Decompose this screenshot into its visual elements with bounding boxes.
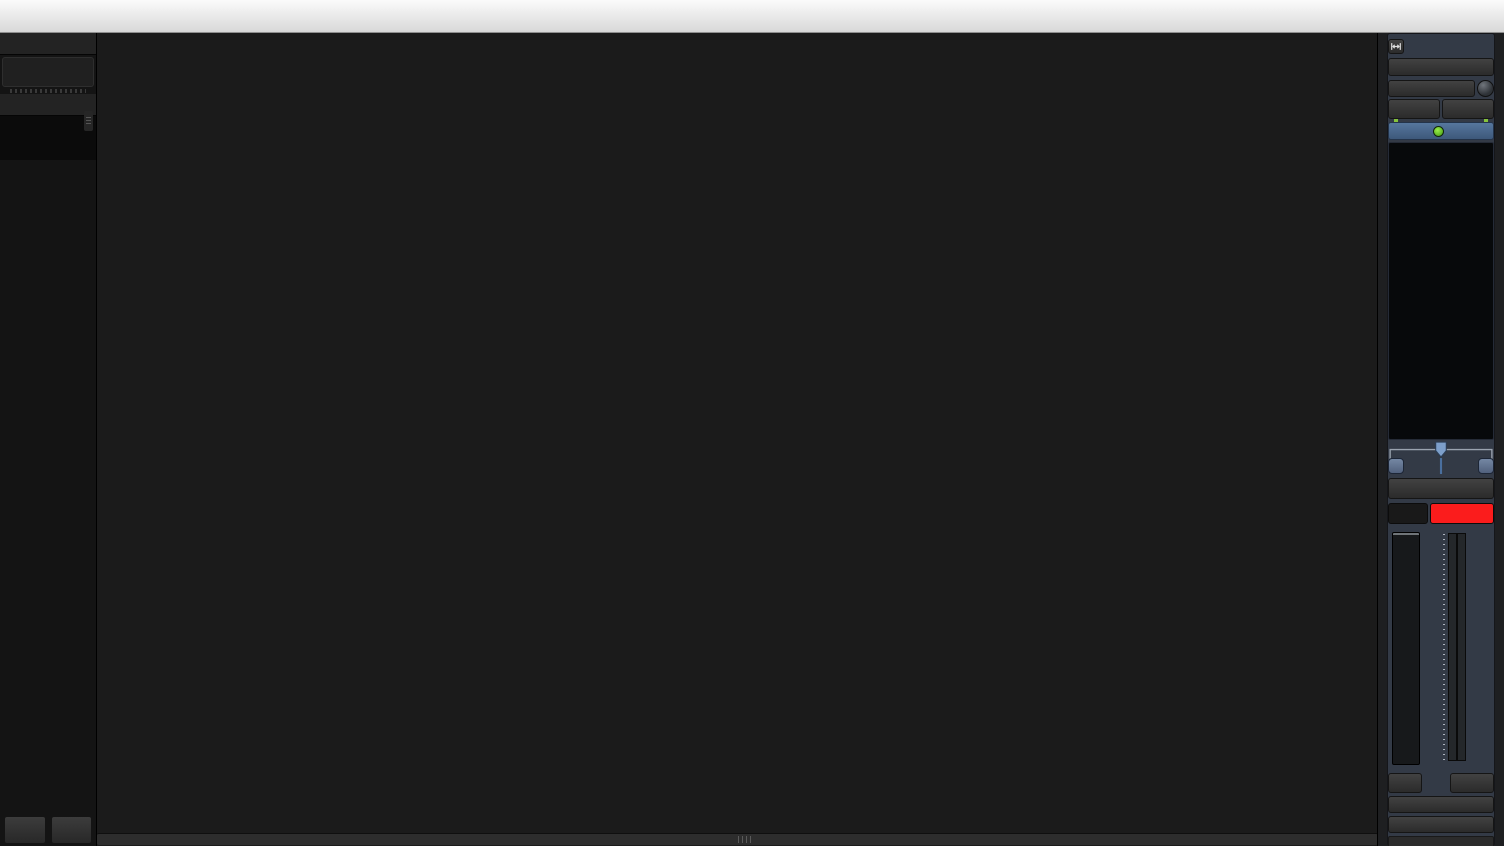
metering-point-button[interactable]	[1388, 773, 1422, 793]
fader-processor-button[interactable]	[1388, 122, 1494, 140]
scrollbar-grip[interactable]	[738, 836, 754, 843]
fader-led	[1433, 126, 1444, 137]
meter-ticks	[1443, 534, 1445, 760]
master-fader[interactable]	[1392, 532, 1420, 765]
processor-box[interactable]	[1388, 142, 1494, 440]
master-panel	[1377, 33, 1504, 846]
phase2-button[interactable]	[1442, 99, 1494, 119]
strips-list-header	[0, 33, 96, 55]
peak-display[interactable]	[1430, 503, 1494, 524]
strip-width-icon[interactable]	[1388, 39, 1404, 54]
group-footer	[0, 816, 96, 844]
groups-list-header	[0, 94, 96, 116]
pan-r-button[interactable]	[1478, 458, 1494, 474]
comments-button[interactable]	[1388, 816, 1494, 833]
mixer-strips-area	[97, 33, 1378, 846]
meter-right	[1457, 533, 1466, 761]
horizontal-scrollbar[interactable]	[97, 833, 1378, 845]
output-channels-button[interactable]	[1388, 796, 1494, 813]
meter-scale	[1466, 533, 1494, 761]
meter-left	[1448, 533, 1457, 761]
master-meter-area	[1388, 530, 1494, 770]
add-group-button[interactable]	[4, 816, 46, 844]
mute-button[interactable]	[1388, 478, 1494, 499]
groups-list	[0, 116, 96, 160]
sidebar-scrollbar-grip[interactable]	[84, 111, 93, 131]
pan-l-button[interactable]	[1388, 458, 1404, 474]
remove-group-button[interactable]	[51, 816, 93, 844]
input-button[interactable]	[1388, 80, 1475, 97]
sidebar-divider	[10, 89, 86, 93]
meter-position-button[interactable]	[1450, 773, 1494, 793]
sidebar	[0, 33, 97, 846]
output-button[interactable]	[1388, 836, 1494, 846]
phase1-button[interactable]	[1388, 99, 1440, 119]
mixer-window	[0, 0, 1504, 846]
strip-name-button[interactable]	[1388, 58, 1494, 76]
trim-knob[interactable]	[1477, 80, 1494, 97]
gain-display[interactable]	[1388, 503, 1428, 524]
titlebar[interactable]	[0, 0, 1504, 33]
add-strip-button[interactable]	[2, 57, 94, 87]
pan-widget[interactable]	[1388, 440, 1494, 474]
